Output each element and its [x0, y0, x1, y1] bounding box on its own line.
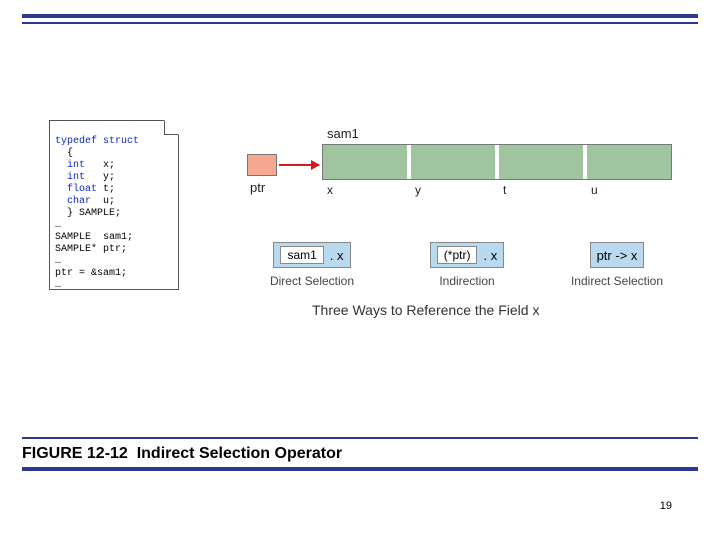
struct-box: x y t u	[322, 144, 672, 180]
struct-field-t: t	[499, 145, 587, 179]
ref-indirect-selection: ptr -> x Indirect Selection	[552, 242, 682, 288]
code-line: t;	[97, 184, 115, 195]
struct-field-y: y	[411, 145, 499, 179]
code-page: typedef struct { int x; int y; float t; …	[49, 120, 179, 305]
caption-top-rule	[22, 437, 698, 439]
struct-field-x: x	[323, 145, 411, 179]
code-kw-int: int	[55, 172, 85, 183]
code-line: x;	[85, 160, 115, 171]
top-rule-thin	[22, 22, 698, 24]
ref-label: Indirection	[402, 274, 532, 288]
dog-ear-icon	[164, 120, 179, 135]
ref-op: . x	[330, 248, 344, 263]
figure-number: FIGURE 12-12	[22, 445, 128, 462]
code-line: } SAMPLE;	[55, 208, 121, 219]
figure-content: typedef struct { int x; int y; float t; …	[32, 122, 692, 352]
code-line: SAMPLE* ptr;	[55, 244, 127, 255]
ref-label: Direct Selection	[242, 274, 382, 288]
field-label: u	[591, 183, 598, 197]
field-label: t	[503, 183, 506, 197]
caption-bottom-rule	[22, 467, 698, 471]
code-line: u;	[91, 196, 115, 207]
code-line: {	[55, 148, 73, 159]
code-line: ptr = &sam1;	[55, 268, 127, 279]
code-kw-typedef: typedef struct	[55, 136, 139, 147]
ref-inner: (*ptr)	[437, 246, 478, 264]
code-text: typedef struct { int x; int y; float t; …	[55, 124, 139, 304]
ref-op: . x	[483, 248, 497, 263]
code-line: …	[55, 256, 61, 267]
code-kw-int: int	[55, 160, 85, 171]
field-label: x	[327, 183, 333, 197]
top-rule-thick	[22, 14, 698, 18]
ref-direct-selection: sam1 . x Direct Selection	[242, 242, 382, 288]
struct-field-u: u	[587, 145, 671, 179]
ref-indirection: (*ptr) . x Indirection	[402, 242, 532, 288]
code-kw-float: float	[55, 184, 97, 195]
field-label: y	[415, 183, 421, 197]
page-number: 19	[660, 500, 672, 512]
code-line: …	[55, 220, 61, 231]
ref-label: Indirect Selection	[552, 274, 682, 288]
ref-box: (*ptr) . x	[430, 242, 504, 268]
figure-caption: FIGURE 12-12 Indirect Selection Operator	[22, 445, 698, 463]
figure-title: Indirect Selection Operator	[137, 445, 342, 462]
code-kw-char: char	[55, 196, 91, 207]
ref-box: ptr -> x	[590, 242, 645, 268]
code-line: y;	[85, 172, 115, 183]
arrow-icon	[279, 164, 319, 166]
struct-var-label: sam1	[327, 126, 359, 141]
caption-block: FIGURE 12-12 Indirect Selection Operator	[0, 437, 720, 471]
diagram-subtitle: Three Ways to Reference the Field x	[312, 302, 539, 318]
code-line: …	[55, 280, 61, 291]
ref-box: sam1 . x	[273, 242, 350, 268]
ref-inner: sam1	[280, 246, 323, 264]
code-line: SAMPLE sam1;	[55, 232, 133, 243]
ref-text: ptr -> x	[597, 248, 638, 263]
ptr-label: ptr	[250, 180, 265, 195]
pointer-box	[247, 154, 277, 176]
